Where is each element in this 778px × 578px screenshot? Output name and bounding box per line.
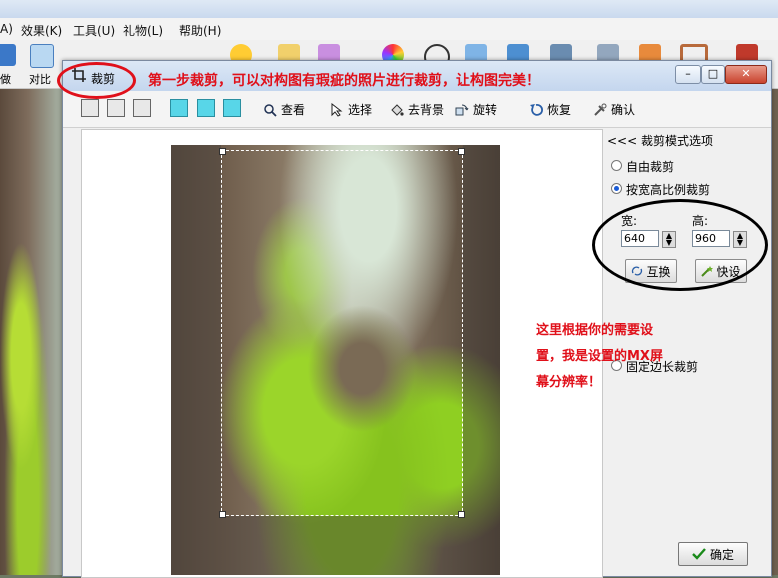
magnifier-icon <box>264 103 277 117</box>
annotation-resolution-note: 这里根据你的需要设 置，我是设置的MX屏 幕分辨率！ <box>536 318 716 396</box>
cursor-icon <box>331 102 343 117</box>
select-action-label: 选择 <box>348 103 373 117</box>
annotation-note-line-1: 这里根据你的需要设 <box>536 323 654 338</box>
crop-shade-right <box>463 145 500 575</box>
dialog-toolbar: 查看 选择 去背景 旋转 恢复 确认 <box>63 91 771 128</box>
confirm-action-label: 确认 <box>611 103 636 117</box>
app-titlebar <box>0 0 778 18</box>
restore-action[interactable]: 恢复 <box>529 101 571 118</box>
ok-button[interactable]: 确定 <box>678 542 748 566</box>
annotation-step-one: 第一步裁剪，可以对构图有瑕疵的照片进行裁剪，让构图完美！ <box>148 73 540 89</box>
background-photo-left <box>0 89 70 575</box>
tools-icon <box>594 103 607 116</box>
layout-cyan-2-button[interactable] <box>197 99 215 117</box>
ok-button-label: 确定 <box>709 547 734 562</box>
crop-shade-bottom <box>221 516 463 575</box>
minimize-button[interactable]: – <box>675 65 701 84</box>
view-action-label: 查看 <box>281 103 306 117</box>
undo-icon <box>530 103 543 116</box>
view-split-button[interactable] <box>107 99 125 117</box>
free-crop-radio[interactable] <box>611 160 622 171</box>
select-action[interactable]: 选择 <box>330 101 372 118</box>
menu-item-help[interactable]: 帮助(H) <box>179 22 221 39</box>
rotate-action-label: 旋转 <box>473 103 498 117</box>
ratio-crop-label[interactable]: 按宽高比例裁剪 <box>626 181 710 198</box>
crop-handle-bottom-right[interactable] <box>458 511 465 518</box>
annotation-circle-size <box>592 199 768 291</box>
view-single-button[interactable] <box>81 99 99 117</box>
toolbar-label-do: 做 <box>0 73 11 86</box>
confirm-action[interactable]: 确认 <box>593 101 635 118</box>
crop-shade-left <box>171 145 221 575</box>
crop-selection[interactable] <box>219 148 465 518</box>
crop-handle-top-left[interactable] <box>219 148 226 155</box>
maximize-button[interactable]: □ <box>701 65 725 84</box>
toolbar-icon-partial[interactable] <box>0 44 16 66</box>
compare-icon[interactable] <box>30 44 54 68</box>
rotate-icon <box>455 104 469 115</box>
ratio-crop-radio[interactable] <box>611 183 622 194</box>
annotation-note-line-3: 幕分辨率！ <box>536 375 602 390</box>
toolbar-label-compare[interactable]: 对比 <box>29 71 51 87</box>
remove-background-action[interactable]: 去背景 <box>390 101 444 118</box>
annotation-note-line-2: 置，我是设置的MX屏 <box>536 349 663 364</box>
rotate-action[interactable]: 旋转 <box>455 101 497 118</box>
crop-handle-bottom-left[interactable] <box>219 511 226 518</box>
layout-cyan-1-button[interactable] <box>170 99 188 117</box>
restore-action-label: 恢复 <box>547 103 572 117</box>
checkmark-icon <box>692 548 706 560</box>
layout-cyan-3-button[interactable] <box>223 99 241 117</box>
close-button[interactable]: ✕ <box>725 65 767 84</box>
options-header[interactable]: <<< 裁剪模式选项 <box>607 132 713 149</box>
menu-item-tools[interactable]: 工具(U) <box>73 22 115 39</box>
menu-item-partial[interactable]: A) <box>0 22 13 36</box>
menu-item-effects[interactable]: 效果(K) <box>21 22 62 39</box>
free-crop-label[interactable]: 自由裁剪 <box>626 158 674 175</box>
remove-background-label: 去背景 <box>408 103 445 117</box>
view-compare-button[interactable] <box>133 99 151 117</box>
paint-bucket-icon <box>391 103 404 116</box>
view-action[interactable]: 查看 <box>263 101 305 118</box>
crop-handle-top-right[interactable] <box>458 148 465 155</box>
app-menubar: A) 效果(K) 工具(U) 礼物(L) 帮助(H) <box>0 18 778 41</box>
menu-item-gifts[interactable]: 礼物(L) <box>123 22 163 39</box>
annotation-circle-crop <box>57 62 136 99</box>
